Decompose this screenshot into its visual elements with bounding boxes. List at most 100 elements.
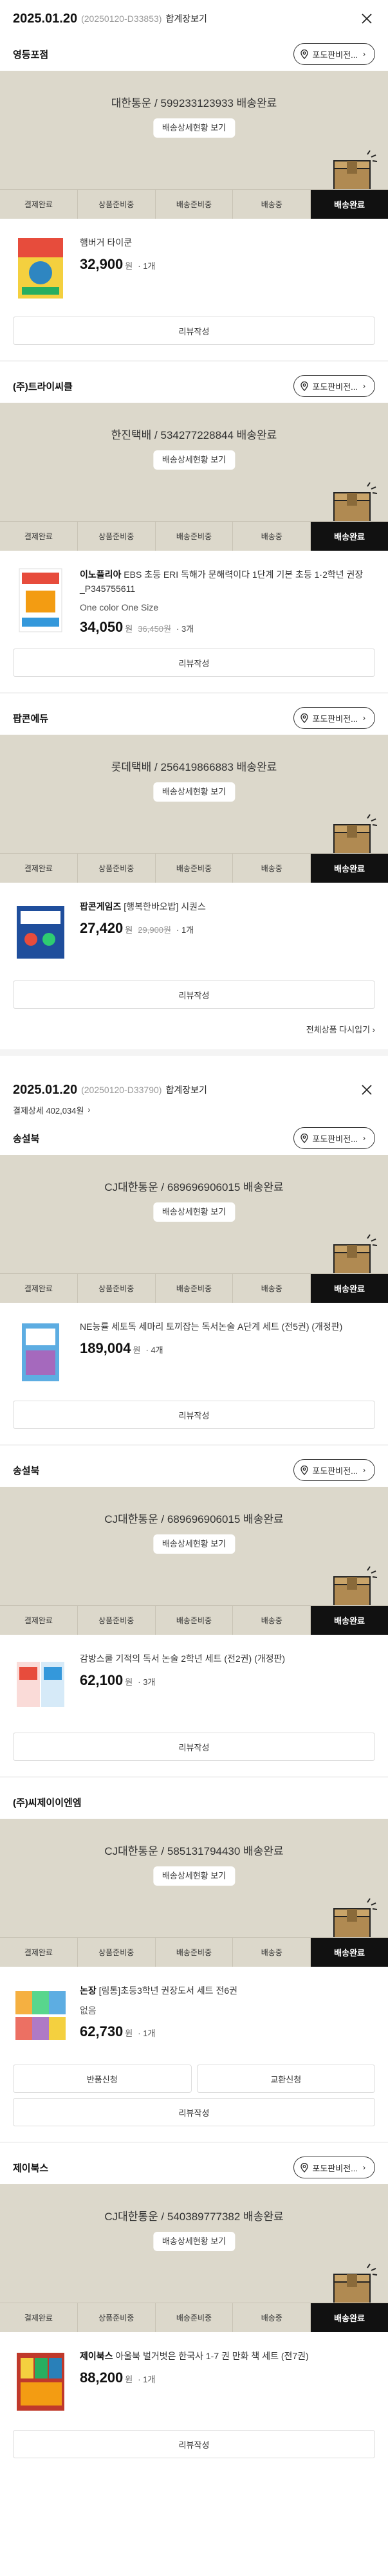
delivery-status-box: CJ대한통운 / 689696906015 배송완료 배송상세현황 보기 결제완… <box>0 1155 388 1303</box>
product-item[interactable]: 감방스쿨 기적의 독서 논술 2학년 세트 (전2권) (개정판) 62,100… <box>0 1635 388 1720</box>
product-thumbnail <box>17 1662 64 1707</box>
product-name: [림통]초등3학년 권장도서 세트 전6권 <box>96 1985 237 1996</box>
store-button[interactable]: 포도판비전... › <box>293 2157 375 2178</box>
seller-row: 송설북 포도판비전... › <box>0 1121 388 1155</box>
delivery-status-box: 대한통운 / 599233123933 배송완료 배송상세현황 보기 결제완료 … <box>0 71 388 219</box>
product-name: EBS 초등 ERI 독해가 문해력이다 1단계 기본 초등 1·2학년 권장_… <box>80 569 364 594</box>
close-icon[interactable] <box>360 1083 374 1097</box>
store-button-label: 포도판비전... <box>312 1134 358 1144</box>
review-button[interactable]: 리뷰작성 <box>13 1401 375 1429</box>
divider <box>0 692 388 694</box>
tracking-button[interactable]: 배송상세현황 보기 <box>152 1202 236 1222</box>
product-price-row: 88,200 원 · 1개 <box>80 2369 375 2386</box>
product-thumbnail <box>15 1991 66 2040</box>
store-button-label: 포도판비전... <box>312 1466 358 1476</box>
close-icon[interactable] <box>360 12 374 26</box>
store-button[interactable]: 포도판비전... › <box>293 43 375 65</box>
product-item[interactable]: 논장 [림통]초등3학년 권장도서 세트 전6권 없음 62,730 원 · 1… <box>0 1967 388 2052</box>
product-info: 햄버거 타이쿤 32,900 원 · 1개 <box>80 233 375 304</box>
review-button[interactable]: 리뷰작성 <box>13 649 375 677</box>
product-title: 논장 [림통]초등3학년 권장도서 세트 전6권 <box>80 1983 375 1998</box>
chevron-right-icon: › <box>363 1134 365 1143</box>
product-qty: · 1개 <box>138 2029 156 2038</box>
step-shipping: 배송중 <box>233 190 311 219</box>
seller-row: (주)씨제이이엔엠 <box>0 1785 388 1819</box>
review-button[interactable]: 리뷰작성 <box>13 980 375 1009</box>
original-price: 36,450원 <box>138 624 171 634</box>
tracking-button[interactable]: 배송상세현황 보기 <box>152 1534 236 1554</box>
product-name: 아울북 벌거벗은 한국사 1-7 권 만화 책 세트 (전7권) <box>113 2351 309 2361</box>
product-thumbnail <box>19 568 62 632</box>
order-detail-link[interactable]: 합계장보기 <box>165 1083 207 1096</box>
seller-name: 팝콘에듀 <box>13 713 49 724</box>
step-delivered: 배송완료 <box>311 190 388 219</box>
step-preparing: 상품준비중 <box>78 190 156 219</box>
product-name: [행복한바오밥] 시퀀스 <box>121 901 206 912</box>
tracking-button[interactable]: 배송상세현황 보기 <box>152 1866 236 1886</box>
product-qty: · 1개 <box>138 261 156 271</box>
product-title: 팝콘게임즈 [행복한바오밥] 시퀀스 <box>80 899 375 914</box>
product-item[interactable]: 이노플리아 EBS 초등 ERI 독해가 문해력이다 1단계 기본 초등 1·2… <box>0 551 388 636</box>
product-info: NE능률 세토독 세마리 토끼잡는 독서논술 A단계 세트 (전5권) (개정판… <box>80 1317 375 1388</box>
order-date: 2025.01.20 <box>13 1082 78 1097</box>
product-price-row: 189,004 원 · 4개 <box>80 1340 375 1357</box>
return-button[interactable]: 반품신청 <box>13 2065 192 2093</box>
divider <box>0 360 388 362</box>
step-payment: 결제완료 <box>0 1606 78 1635</box>
product-name: 햄버거 타이쿤 <box>80 237 133 248</box>
store-button-label: 포도판비전... <box>312 713 358 724</box>
step-preparing: 상품준비중 <box>78 854 156 883</box>
product-price: 62,100 <box>80 1672 124 1688</box>
store-button[interactable]: 포도판비전... › <box>293 707 375 729</box>
seller-row: (주)트라이씨클 포도판비전... › <box>0 369 388 403</box>
product-item[interactable]: 제이북스 아울북 벌거벗은 한국사 1-7 권 만화 책 세트 (전7권) 88… <box>0 2332 388 2417</box>
more-products-link[interactable]: 전체상품 다시입기 › <box>0 1023 388 1035</box>
step-ready: 배송준비중 <box>156 2303 234 2332</box>
step-payment: 결제완료 <box>0 854 78 883</box>
product-item[interactable]: 햄버거 타이쿤 32,900 원 · 1개 <box>0 219 388 304</box>
product-item[interactable]: 팝콘게임즈 [행복한바오밥] 시퀀스 27,420 원 29,900원 · 1개 <box>0 883 388 968</box>
seller-row: 제이북스 포도판비전... › <box>0 2151 388 2184</box>
review-button[interactable]: 리뷰작성 <box>13 1733 375 1761</box>
store-button[interactable]: 포도판비전... › <box>293 375 375 397</box>
product-info: 이노플리아 EBS 초등 ERI 독해가 문해력이다 1단계 기본 초등 1·2… <box>80 565 375 636</box>
product-qty: · 4개 <box>145 1345 163 1355</box>
product-qty: · 1개 <box>138 2375 156 2384</box>
step-shipping: 배송중 <box>233 1606 311 1635</box>
review-button[interactable]: 리뷰작성 <box>13 2098 375 2126</box>
order-date: 2025.01.20 <box>13 11 78 26</box>
product-qty: · 3개 <box>138 1677 156 1687</box>
chevron-right-icon: › <box>363 1466 365 1475</box>
product-item[interactable]: NE능률 세토독 세마리 토끼잡는 독서논술 A단계 세트 (전5권) (개정판… <box>0 1303 388 1388</box>
step-preparing: 상품준비중 <box>78 1274 156 1303</box>
product-info: 팝콘게임즈 [행복한바오밥] 시퀀스 27,420 원 29,900원 · 1개 <box>80 897 375 968</box>
review-button[interactable]: 리뷰작성 <box>13 2430 375 2458</box>
step-payment: 결제완료 <box>0 1938 78 1967</box>
tracking-button[interactable]: 배송상세현황 보기 <box>152 450 236 470</box>
product-price-row: 62,100 원 · 3개 <box>80 1672 375 1689</box>
tracking-button[interactable]: 배송상세현황 보기 <box>152 782 236 802</box>
step-payment: 결제완료 <box>0 522 78 551</box>
product-price-row: 62,730 원 · 1개 <box>80 2023 375 2040</box>
chevron-right-icon: › <box>363 713 365 722</box>
product-price-row: 34,050 원 36,450원 · 3개 <box>80 619 375 636</box>
product-name: NE능률 세토독 세마리 토끼잡는 독서논술 A단계 세트 (전5권) (개정판… <box>80 1321 343 1332</box>
exchange-button[interactable]: 교환신청 <box>196 2065 375 2093</box>
delivery-status-box: CJ대한통운 / 585131794430 배송완료 배송상세현황 보기 결제완… <box>0 1819 388 1967</box>
map-pin-icon <box>300 1133 309 1143</box>
product-title: 감방스쿨 기적의 독서 논술 2학년 세트 (전2권) (개정판) <box>80 1651 375 1666</box>
step-preparing: 상품준비중 <box>78 1938 156 1967</box>
delivery-steps: 결제완료 상품준비중 배송준비중 배송중 배송완료 <box>0 1937 388 1967</box>
delivery-steps: 결제완료 상품준비중 배송준비중 배송중 배송완료 <box>0 1605 388 1635</box>
order-detail-link[interactable]: 합계장보기 <box>165 12 207 25</box>
store-button[interactable]: 포도판비전... › <box>293 1459 375 1481</box>
order-header: 2025.01.20 (20250120-D33790) 합계장보기 <box>0 1071 388 1109</box>
tracking-button[interactable]: 배송상세현황 보기 <box>152 2232 236 2251</box>
step-payment: 결제완료 <box>0 190 78 219</box>
store-button[interactable]: 포도판비전... › <box>293 1127 375 1149</box>
product-price: 88,200 <box>80 2369 124 2386</box>
tracking-button[interactable]: 배송상세현황 보기 <box>152 118 236 138</box>
review-button[interactable]: 리뷰작성 <box>13 317 375 345</box>
step-delivered: 배송완료 <box>311 522 388 551</box>
step-ready: 배송준비중 <box>156 522 234 551</box>
